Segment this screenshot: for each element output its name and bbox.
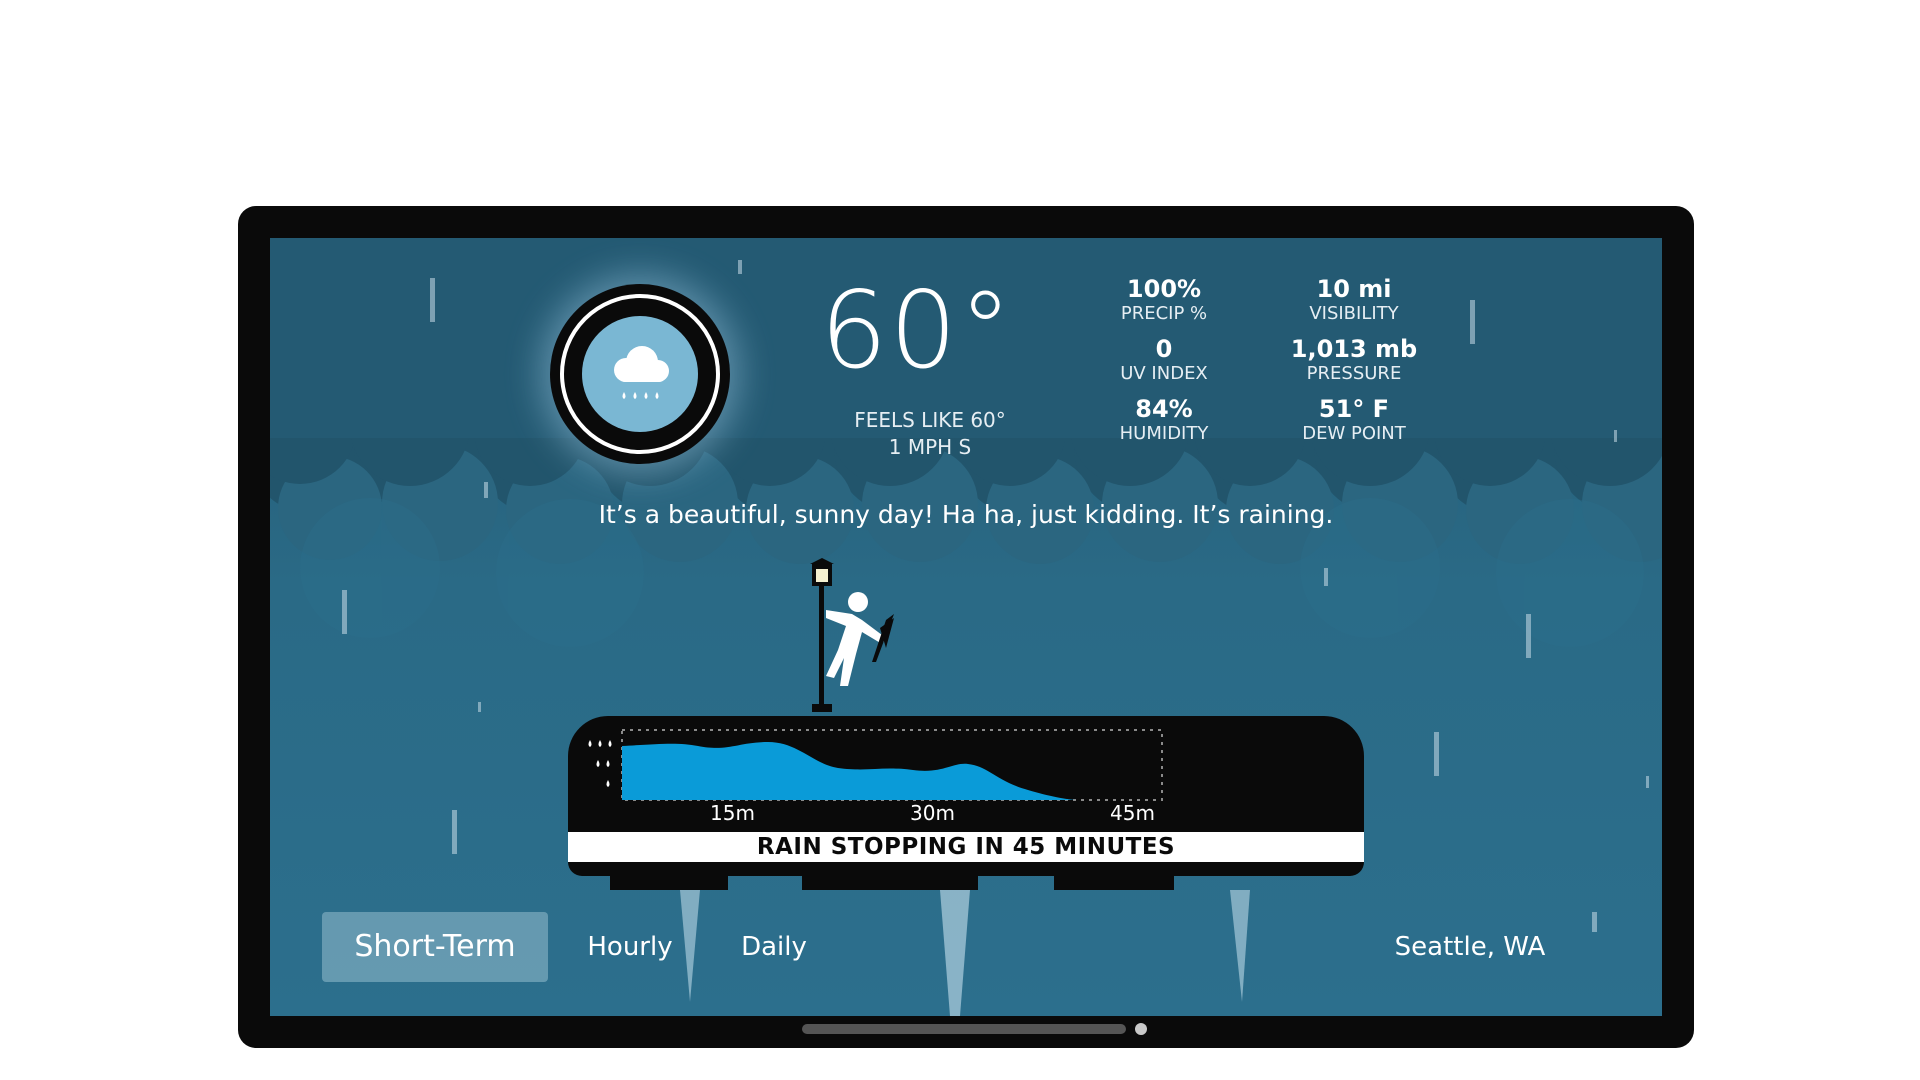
- stat-pressure: 1,013 mb PRESSURE: [1254, 335, 1454, 384]
- tab-daily[interactable]: Daily: [714, 912, 834, 982]
- stat-label: DEW POINT: [1302, 422, 1406, 444]
- weather-screen: 60° FEELS LIKE 60° 1 MPH S 100% PRECIP %…: [270, 238, 1662, 1016]
- tab-short-term[interactable]: Short-Term: [322, 912, 548, 982]
- pier-leg: [610, 874, 728, 890]
- location-label[interactable]: Seattle, WA: [1370, 912, 1570, 982]
- stat-humidity: 84% HUMIDITY: [1064, 395, 1264, 444]
- stat-dew-point: 51° F DEW POINT: [1254, 395, 1454, 444]
- stat-value: 100%: [1126, 275, 1202, 303]
- lamppost-figure-illustration: [810, 558, 894, 712]
- icon-inner-disc: [582, 316, 698, 432]
- stat-value: 1,013 mb: [1290, 335, 1418, 363]
- stat-label: VISIBILITY: [1309, 302, 1399, 324]
- stat-label: PRECIP %: [1120, 302, 1208, 324]
- timeline-tick-30m: 30m: [910, 801, 955, 825]
- raindrops-icon: [588, 740, 612, 787]
- pier-leg: [1054, 874, 1174, 890]
- pier-leg: [802, 874, 978, 890]
- stat-value: 84%: [1135, 395, 1193, 423]
- stat-value: 0: [1155, 335, 1173, 363]
- stat-value: 51° F: [1318, 395, 1390, 423]
- home-indicator-dot: [1135, 1023, 1147, 1035]
- condition-icon-badge: [550, 284, 730, 464]
- precip-intensity-area: [622, 742, 1078, 800]
- feels-like-label: FEELS LIKE 60°: [854, 408, 1006, 432]
- weather-tagline: It’s a beautiful, sunny day! Ha ha, just…: [598, 500, 1334, 529]
- tv-frame: 60° FEELS LIKE 60° 1 MPH S 100% PRECIP %…: [238, 206, 1694, 1048]
- timeline-tick-15m: 15m: [710, 801, 755, 825]
- precip-intensity-chart: [588, 729, 1163, 801]
- rain-cloud-icon: [614, 346, 669, 399]
- stat-label: PRESSURE: [1306, 362, 1402, 384]
- current-temperature: 60°: [820, 269, 1014, 392]
- stat-uv-index: 0 UV INDEX: [1064, 335, 1264, 384]
- tab-hourly[interactable]: Hourly: [560, 912, 700, 982]
- stat-value: 10 mi: [1316, 275, 1392, 303]
- home-indicator-bar: [802, 1024, 1126, 1034]
- stat-precip: 100% PRECIP %: [1064, 275, 1264, 324]
- stat-visibility: 10 mi VISIBILITY: [1254, 275, 1454, 324]
- timeline-tick-45m: 45m: [1110, 801, 1155, 825]
- rain-forecast-banner: RAIN STOPPING IN 45 MINUTES: [568, 832, 1364, 862]
- wind-label: 1 MPH S: [888, 435, 972, 459]
- stat-label: UV INDEX: [1120, 362, 1208, 384]
- stat-label: HUMIDITY: [1119, 422, 1209, 444]
